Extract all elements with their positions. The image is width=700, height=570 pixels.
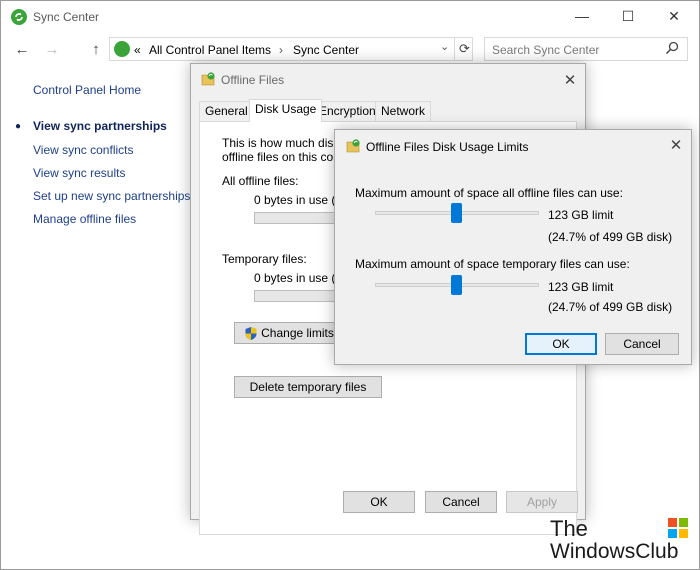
refresh-icon[interactable]: ⟳: [454, 38, 474, 60]
all-offline-files-label: All offline files:: [222, 174, 299, 188]
back-button[interactable]: ←: [13, 40, 31, 58]
change-limits-button[interactable]: Change limits: [234, 322, 344, 344]
windows-logo-icon: [668, 518, 688, 538]
search-input[interactable]: Search Sync Center: [492, 43, 599, 57]
up-button[interactable]: ↑: [87, 40, 105, 58]
sidebar-item-view-sync-partnerships[interactable]: View sync partnerships: [33, 119, 167, 133]
title-bar: Sync Center — ☐ ✕: [1, 1, 699, 33]
close-button[interactable]: ✕: [661, 133, 691, 157]
watermark-line2: WindowsClub: [550, 540, 679, 563]
disk-usage-limits-dialog: Offline Files Disk Usage Limits ✕ Maximu…: [334, 129, 692, 365]
temporary-files-label: Temporary files:: [222, 252, 307, 266]
dialog-title: Offline Files: [221, 73, 285, 87]
close-button[interactable]: ✕: [651, 1, 697, 31]
search-box[interactable]: Search Sync Center: [484, 37, 688, 61]
address-bar[interactable]: « All Control Panel Items › Sync Center …: [109, 37, 473, 61]
forward-button[interactable]: →: [43, 40, 61, 58]
breadcrumb-all-control-panel-items[interactable]: All Control Panel Items: [149, 43, 271, 57]
window-title: Sync Center: [33, 10, 100, 24]
sidebar-item-view-sync-conflicts[interactable]: View sync conflicts: [33, 143, 133, 157]
current-item-bullet: ●: [15, 121, 22, 132]
navigation-bar: ← → ↑ « All Control Panel Items › Sync C…: [1, 35, 699, 63]
breadcrumb-separator: ›: [279, 43, 283, 57]
address-overflow-chevron[interactable]: «: [134, 43, 141, 57]
temp-files-limit-slider-thumb[interactable]: [450, 275, 462, 295]
tab-encryption[interactable]: Encryption: [313, 101, 382, 121]
sidebar-item-manage-offline-files[interactable]: Manage offline files: [33, 212, 136, 226]
cancel-button[interactable]: Cancel: [425, 491, 497, 513]
offline-files-icon: [346, 139, 360, 153]
sync-center-icon: [11, 9, 27, 25]
temp-files-limit-percent: (24.7% of 499 GB disk): [548, 300, 673, 314]
maximize-button[interactable]: ☐: [605, 1, 651, 31]
close-button[interactable]: ✕: [555, 68, 585, 92]
ok-button[interactable]: OK: [343, 491, 415, 513]
temp-files-limit-value: 123 GB limit: [548, 280, 614, 294]
delete-temporary-files-button[interactable]: Delete temporary files: [234, 376, 382, 398]
tab-general[interactable]: General: [199, 101, 254, 121]
uac-shield-icon: [245, 326, 257, 340]
all-files-limit-label: Maximum amount of space all offline file…: [355, 186, 623, 200]
dialog-title: Offline Files Disk Usage Limits: [366, 140, 529, 154]
cancel-button[interactable]: Cancel: [605, 333, 679, 355]
temporary-files-usage: 0 bytes in use (1: [254, 271, 343, 285]
search-icon[interactable]: [665, 41, 679, 55]
all-files-limit-value: 123 GB limit: [548, 208, 614, 222]
sync-center-icon: [114, 41, 130, 57]
tab-network[interactable]: Network: [375, 101, 432, 121]
breadcrumb-sync-center[interactable]: Sync Center: [293, 43, 359, 57]
intro-text-line2: offline files on this comp: [222, 150, 350, 164]
sidebar-item-view-sync-results[interactable]: View sync results: [33, 166, 125, 180]
all-files-limit-slider-thumb[interactable]: [450, 203, 462, 223]
control-panel-home-link[interactable]: Control Panel Home: [33, 83, 141, 97]
chevron-down-icon[interactable]: ⌄: [440, 40, 449, 53]
apply-button[interactable]: Apply: [506, 491, 578, 513]
change-limits-label: Change limits: [261, 326, 334, 340]
offline-files-icon: [201, 72, 215, 86]
minimize-button[interactable]: —: [559, 1, 605, 31]
watermark-line1: The: [550, 516, 588, 541]
temp-files-limit-label: Maximum amount of space temporary files …: [355, 257, 630, 271]
tab-disk-usage[interactable]: Disk Usage: [249, 99, 323, 122]
sidebar-item-set-up-new-sync-partnerships[interactable]: Set up new sync partnerships: [33, 189, 190, 203]
all-files-limit-percent: (24.7% of 499 GB disk): [548, 230, 673, 244]
all-offline-files-usage: 0 bytes in use (1: [254, 193, 343, 207]
ok-button[interactable]: OK: [525, 333, 597, 355]
